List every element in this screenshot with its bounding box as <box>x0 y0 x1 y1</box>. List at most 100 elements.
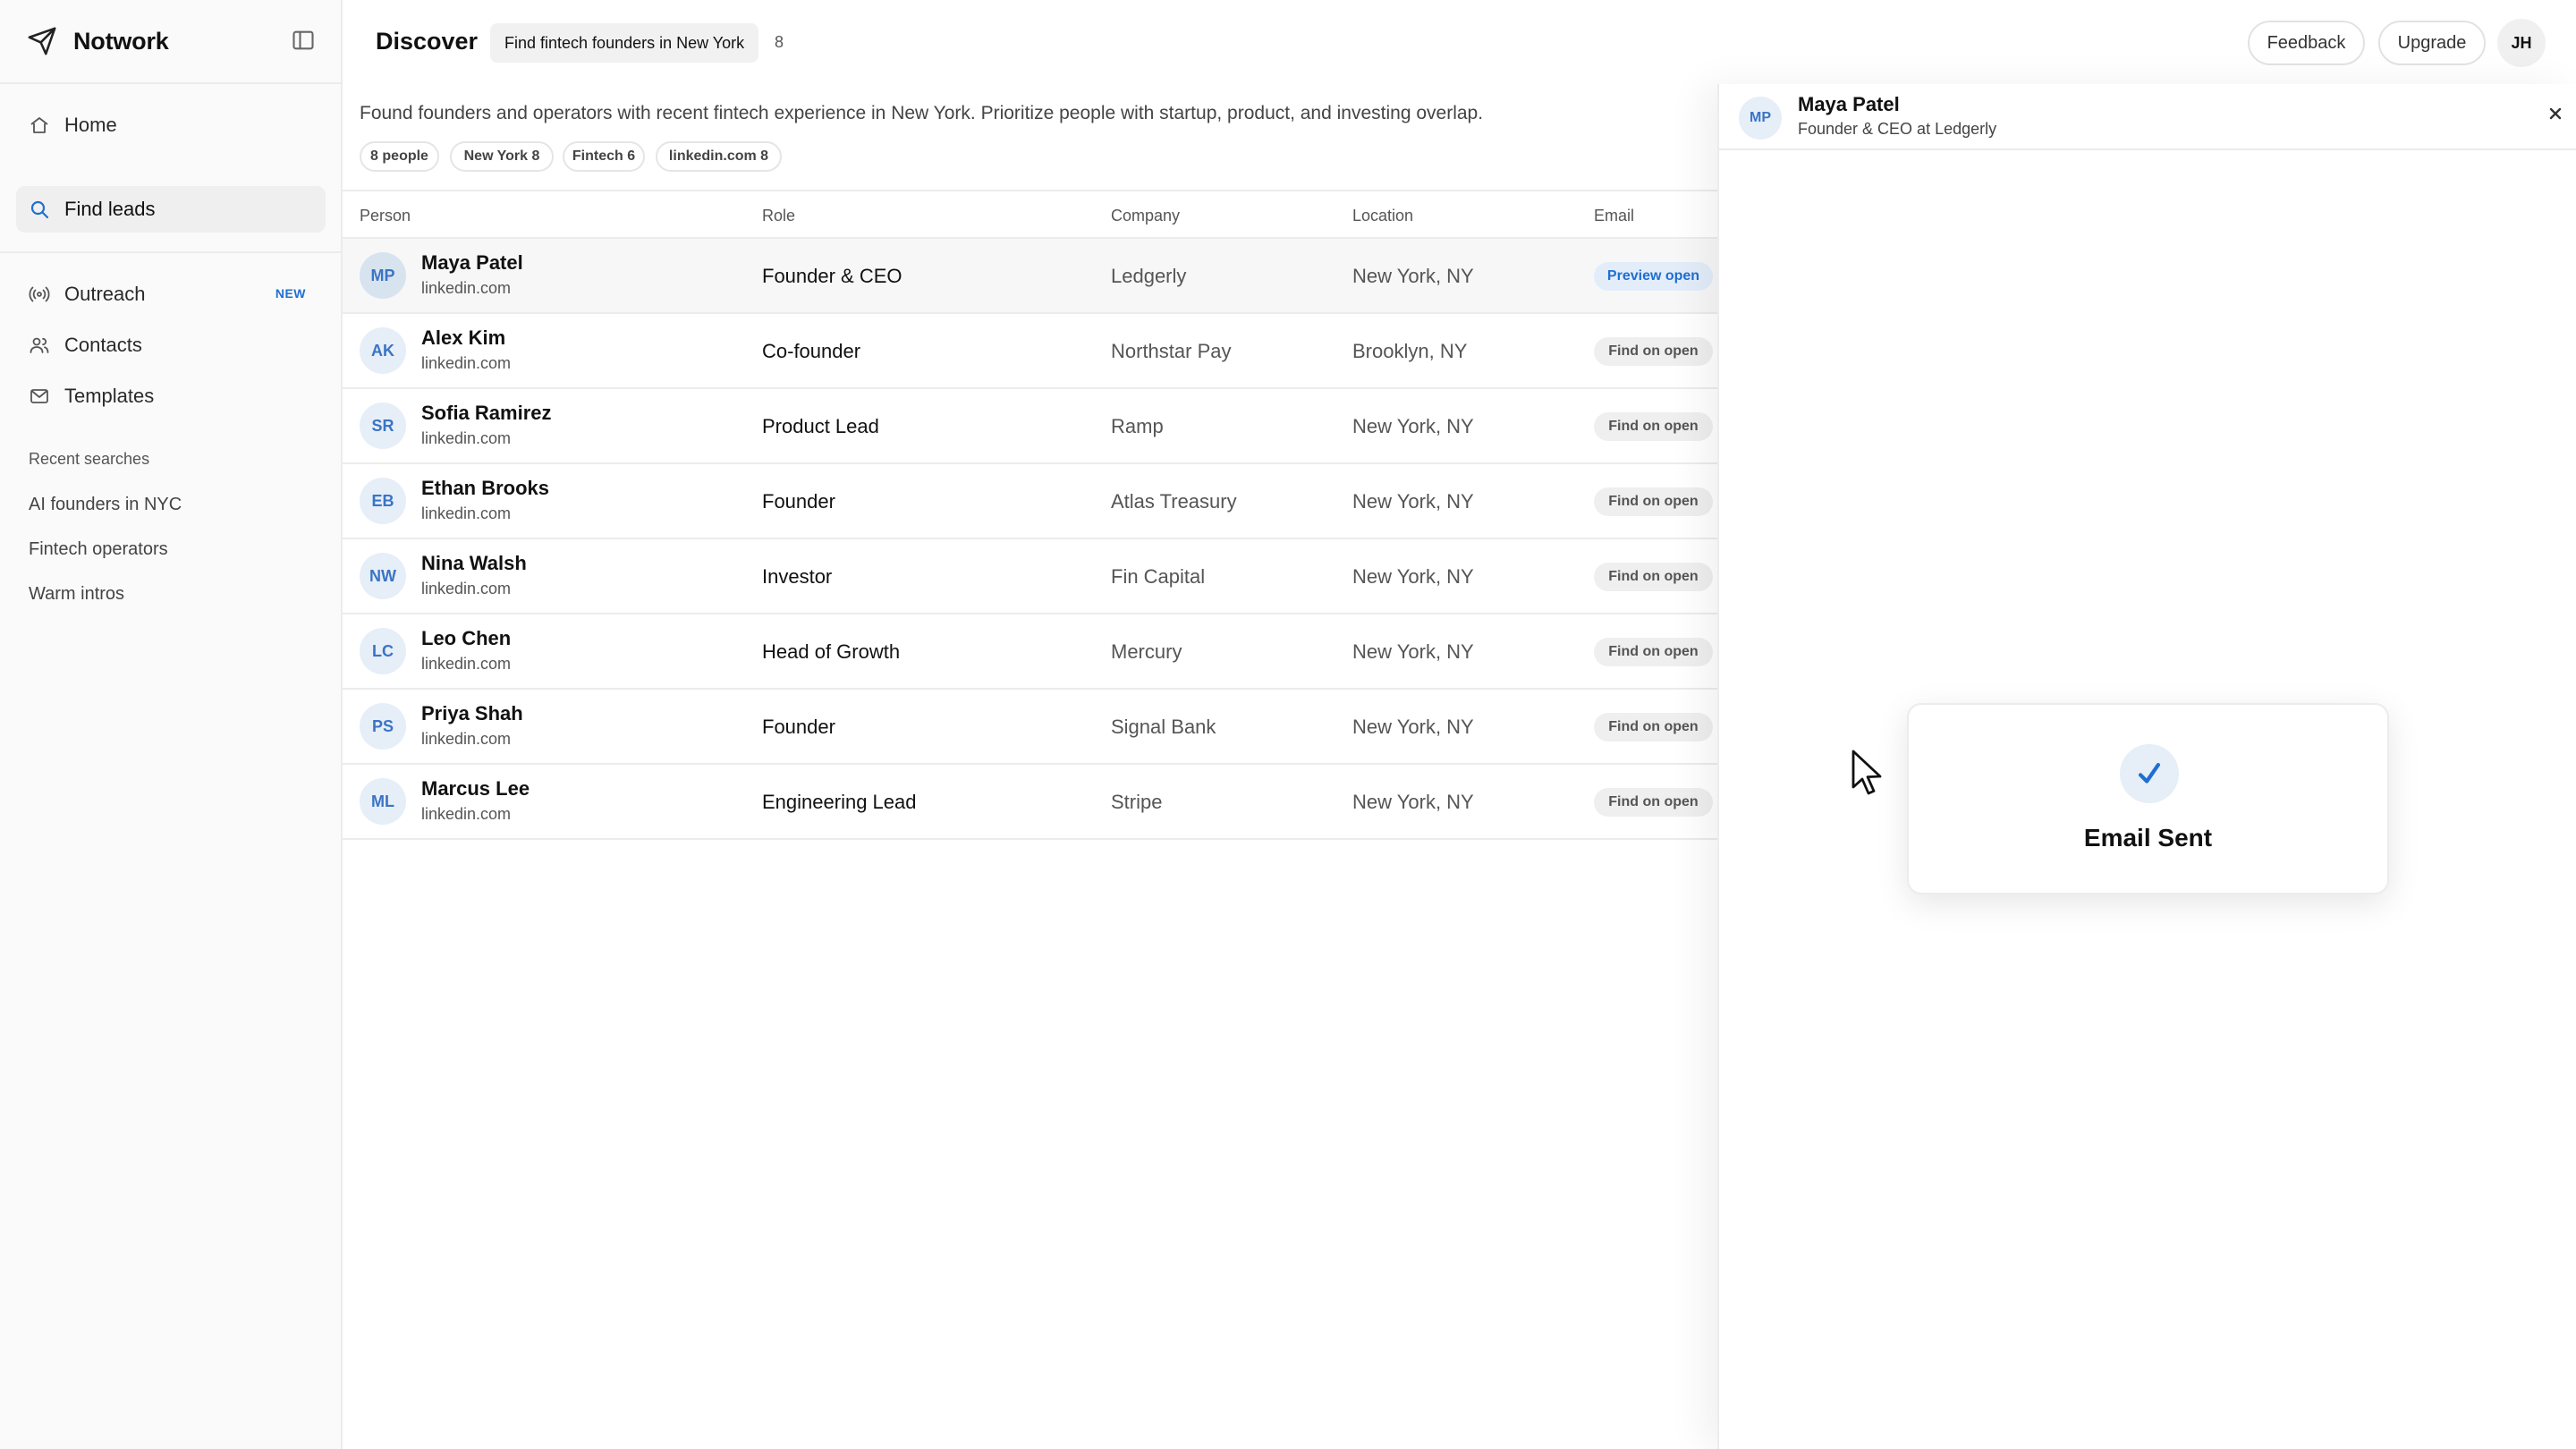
table-row[interactable]: NW Nina Walsh linkedin.com Investor Fin … <box>343 539 1717 614</box>
avatar: MP <box>1739 97 1782 140</box>
column-header-company[interactable]: Company <box>1111 207 1180 225</box>
person-source: linkedin.com <box>421 655 512 673</box>
person-source: linkedin.com <box>421 504 512 522</box>
person-company: Atlas Treasury <box>1111 490 1237 513</box>
sidebar-divider <box>0 251 341 253</box>
sidebar-collapse-icon[interactable] <box>291 28 316 53</box>
brand[interactable]: Notwork <box>27 25 169 57</box>
recent-search-item[interactable]: Fintech operators <box>29 539 168 560</box>
person-name: Alex Kim <box>421 326 506 349</box>
users-icon <box>30 337 49 353</box>
sidebar-item-label: Contacts <box>64 334 142 356</box>
column-header-email[interactable]: Email <box>1594 207 1634 225</box>
user-avatar[interactable]: JH <box>2497 19 2546 67</box>
person-company: Northstar Pay <box>1111 340 1232 362</box>
feedback-button[interactable]: Feedback <box>2248 21 2365 65</box>
avatar: LC <box>360 628 406 674</box>
table-row[interactable]: EB Ethan Brooks linkedin.com Founder Atl… <box>343 464 1717 539</box>
broadcast-icon <box>29 286 50 302</box>
filter-chip[interactable]: linkedin.com 8 <box>656 141 782 172</box>
person-name: Ethan Brooks <box>421 477 550 499</box>
upgrade-button[interactable]: Upgrade <box>2378 21 2486 65</box>
find-email-button[interactable]: Find on open <box>1594 788 1713 817</box>
person-company: Ramp <box>1111 415 1164 437</box>
avatar: NW <box>360 553 406 599</box>
person-company: Signal Bank <box>1111 716 1216 738</box>
person-location: Brooklyn, NY <box>1352 340 1468 362</box>
person-role: Investor <box>762 565 833 588</box>
new-badge: NEW <box>275 286 306 301</box>
results-summary: Found founders and operators with recent… <box>360 103 1484 123</box>
person-location: New York, NY <box>1352 265 1474 287</box>
column-header-person[interactable]: Person <box>360 207 411 225</box>
person-role: Head of Growth <box>762 640 901 663</box>
person-company: Fin Capital <box>1111 565 1206 588</box>
sidebar-item-label: Outreach <box>64 283 146 305</box>
recent-search-item[interactable]: Warm intros <box>29 584 124 605</box>
find-email-button[interactable]: Find on open <box>1594 563 1713 591</box>
person-role: Co-founder <box>762 340 861 362</box>
table-row[interactable]: MP Maya Patel linkedin.com Founder & CEO… <box>343 239 1717 314</box>
panel-header: MP Maya Patel Founder & CEO at Ledgerly <box>1719 84 2576 150</box>
sidebar-item-outreach[interactable]: Outreach NEW <box>16 271 326 318</box>
table-row[interactable]: LC Leo Chen linkedin.com Head of Growth … <box>343 614 1717 690</box>
find-email-button[interactable]: Find on open <box>1594 412 1713 441</box>
sidebar-item-label: Home <box>64 114 117 136</box>
person-location: New York, NY <box>1352 716 1474 738</box>
person-location: New York, NY <box>1352 490 1474 513</box>
sidebar: Notwork Home Find leads Outreach NEW Con… <box>0 0 343 1449</box>
table-row[interactable]: PS Priya Shah linkedin.com Founder Signa… <box>343 690 1717 765</box>
avatar: ML <box>360 778 406 825</box>
filter-chip[interactable]: Fintech 6 <box>563 141 645 172</box>
person-role: Engineering Lead <box>762 791 917 813</box>
table-header: Person Role Company Location Email <box>343 190 1717 239</box>
column-header-role[interactable]: Role <box>762 207 795 225</box>
avatar: PS <box>360 703 406 750</box>
close-icon[interactable] <box>2546 105 2564 123</box>
search-query-chip[interactable]: Find fintech founders in New York <box>490 23 759 63</box>
table-row[interactable]: SR Sofia Ramirez linkedin.com Product Le… <box>343 389 1717 464</box>
panel-person-name: Maya Patel <box>1798 93 1900 115</box>
sidebar-item-label: Find leads <box>64 198 156 220</box>
panel-person-subtitle: Founder & CEO at Ledgerly <box>1798 120 1997 138</box>
person-role: Founder & CEO <box>762 265 902 287</box>
sidebar-item-find-leads[interactable]: Find leads <box>16 186 326 233</box>
person-source: linkedin.com <box>421 580 512 597</box>
find-email-button[interactable]: Find on open <box>1594 638 1713 666</box>
person-role: Product Lead <box>762 415 879 437</box>
recent-search-item[interactable]: AI founders in NYC <box>29 495 182 515</box>
avatar: SR <box>360 402 406 449</box>
check-icon <box>2120 744 2179 803</box>
avatar: AK <box>360 327 406 374</box>
find-email-button[interactable]: Find on open <box>1594 713 1713 741</box>
filter-chip[interactable]: New York 8 <box>450 141 554 172</box>
person-source: linkedin.com <box>421 354 512 372</box>
mail-icon <box>30 389 48 403</box>
person-role: Founder <box>762 490 835 513</box>
person-name: Sofia Ramirez <box>421 402 552 424</box>
person-company: Ledgerly <box>1111 265 1187 287</box>
find-email-button[interactable]: Find on open <box>1594 337 1713 366</box>
email-preview-button[interactable]: Preview open <box>1594 262 1713 291</box>
sidebar-item-contacts[interactable]: Contacts <box>16 322 326 369</box>
person-location: New York, NY <box>1352 415 1474 437</box>
column-header-location[interactable]: Location <box>1352 207 1413 225</box>
person-location: New York, NY <box>1352 791 1474 813</box>
person-company: Mercury <box>1111 640 1182 663</box>
sidebar-divider <box>0 82 341 84</box>
sidebar-item-home[interactable]: Home <box>16 102 326 148</box>
sidebar-item-templates[interactable]: Templates <box>16 373 326 419</box>
recent-searches-heading: Recent searches <box>29 450 150 468</box>
search-icon <box>30 200 49 219</box>
app-name: Notwork <box>73 27 169 55</box>
filter-chip[interactable]: 8 people <box>360 141 439 172</box>
person-name: Nina Walsh <box>421 552 527 574</box>
find-email-button[interactable]: Find on open <box>1594 487 1713 516</box>
email-sent-toast: Email Sent <box>1907 703 2389 894</box>
person-name: Priya Shah <box>421 702 523 724</box>
person-source: linkedin.com <box>421 730 512 748</box>
person-role: Founder <box>762 716 835 738</box>
table-row[interactable]: AK Alex Kim linkedin.com Co-founder Nort… <box>343 314 1717 389</box>
home-icon <box>30 117 48 133</box>
table-row[interactable]: ML Marcus Lee linkedin.com Engineering L… <box>343 765 1717 840</box>
